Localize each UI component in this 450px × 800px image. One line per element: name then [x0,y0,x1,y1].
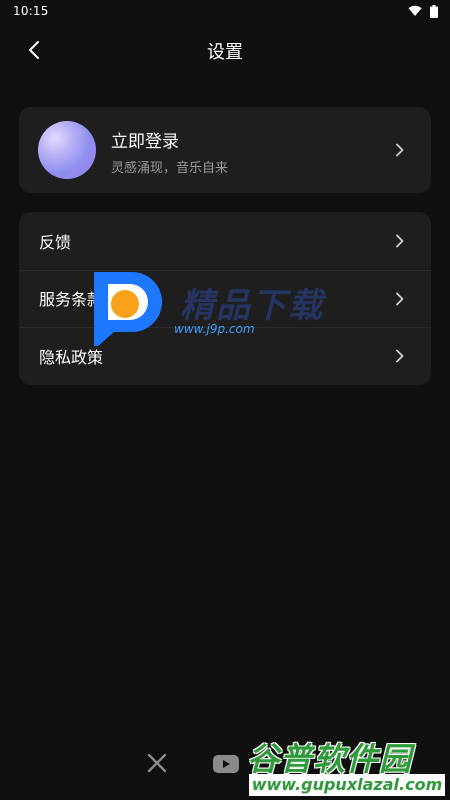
page-title: 设置 [207,42,243,63]
avatar [38,121,96,179]
menu-item-terms[interactable]: 服务条款 [19,269,431,328]
battery-icon [430,4,438,18]
chevron-right-icon [396,349,404,363]
login-title: 立即登录 [111,132,179,152]
chevron-right-icon [396,234,404,248]
status-time: 10:15 [13,4,49,18]
status-icons [408,4,438,18]
menu-card: 反馈 服务条款 隐私政策 [19,212,431,385]
x-icon[interactable] [146,752,168,774]
chevron-right-icon [396,292,404,305]
menu-item-label: 反馈 [39,232,72,252]
login-subtitle: 灵感涌现，音乐自来 [111,161,229,176]
wifi-icon [408,5,422,17]
social-row [0,748,450,778]
settings-screen: 10:15 设置 立即登录 灵感涌现，音乐自来 反馈 服务条款 隐私政策 精品下… [0,0,450,800]
login-card[interactable]: 立即登录 灵感涌现，音乐自来 [19,107,431,193]
menu-item-feedback[interactable]: 反馈 [19,212,431,270]
menu-item-label: 隐私政策 [39,347,104,367]
menu-item-privacy[interactable]: 隐私政策 [19,327,431,385]
chevron-right-icon [396,143,404,157]
status-bar: 10:15 [0,0,450,22]
youtube-icon[interactable] [213,754,239,774]
header: 设置 [0,28,450,72]
menu-item-label: 服务条款 [39,290,104,310]
